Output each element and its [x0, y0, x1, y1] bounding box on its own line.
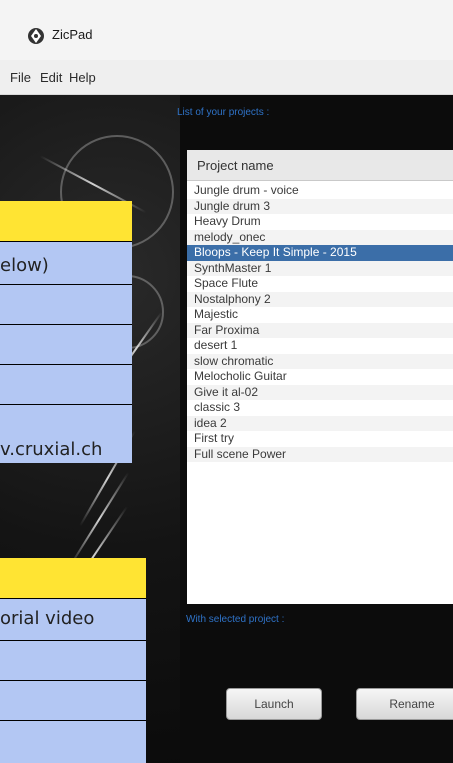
launch-button[interactable]: Launch [226, 688, 322, 720]
project-row[interactable]: Jungle drum 3 [187, 198, 453, 214]
overlay-bottom-divider [0, 598, 146, 599]
overlay-top-divider [0, 364, 132, 365]
selected-project-caption: With selected project : [186, 614, 285, 625]
project-row[interactable]: First try [187, 431, 453, 447]
project-list[interactable]: Project name Jungle drum - voice Jungle d… [187, 150, 453, 604]
overlay-top-divider [0, 284, 132, 285]
overlay-bottom-header [0, 558, 146, 598]
project-row[interactable]: Nostalphony 2 [187, 291, 453, 307]
project-row[interactable]: Majestic [187, 307, 453, 323]
overlay-top-divider [0, 404, 132, 405]
overlay-top-divider [0, 324, 132, 325]
project-row[interactable]: Full scene Power [187, 446, 453, 462]
overlay-bottom-divider [0, 720, 146, 721]
overlay-top-header [0, 201, 132, 241]
rename-button[interactable]: Rename [356, 688, 453, 720]
project-rows: Jungle drum - voice Jungle drum 3 Heavy Dr… [187, 183, 453, 462]
project-row[interactable]: SynthMaster 1 [187, 260, 453, 276]
project-row[interactable]: Melocholic Guitar [187, 369, 453, 385]
overlay-top-cell-1: elow) [0, 255, 49, 276]
overlay-bottom-divider [0, 640, 146, 641]
overlay-top-link[interactable]: v.cruxial.ch [0, 439, 102, 460]
project-row[interactable]: Bloops - Keep It Simple - 2015 [187, 245, 453, 261]
project-row[interactable]: slow chromatic [187, 353, 453, 369]
project-row[interactable]: desert 1 [187, 338, 453, 354]
projects-caption: List of your projects : [177, 107, 270, 118]
overlay-bottom-divider [0, 680, 146, 681]
menu-edit[interactable]: Edit [40, 70, 62, 85]
project-row[interactable]: classic 3 [187, 400, 453, 416]
project-row[interactable]: idea 2 [187, 415, 453, 431]
menu-file[interactable]: File [10, 70, 31, 85]
menu-help[interactable]: Help [69, 70, 96, 85]
overlay-bottom-cell-1: orial video [0, 608, 95, 629]
app-logo-icon [28, 28, 44, 44]
overlay-top-divider [0, 241, 132, 242]
project-row[interactable]: Give it al-02 [187, 384, 453, 400]
project-list-header[interactable]: Project name [187, 150, 453, 181]
window-title: ZicPad [52, 27, 93, 42]
project-row[interactable]: Far Proxima [187, 322, 453, 338]
project-row[interactable]: melody_onec [187, 229, 453, 245]
project-row[interactable]: Space Flute [187, 276, 453, 292]
menu-bar [0, 60, 453, 95]
project-row[interactable]: Heavy Drum [187, 214, 453, 230]
column-header-project-name: Project name [197, 158, 274, 173]
project-row[interactable]: Jungle drum - voice [187, 183, 453, 199]
